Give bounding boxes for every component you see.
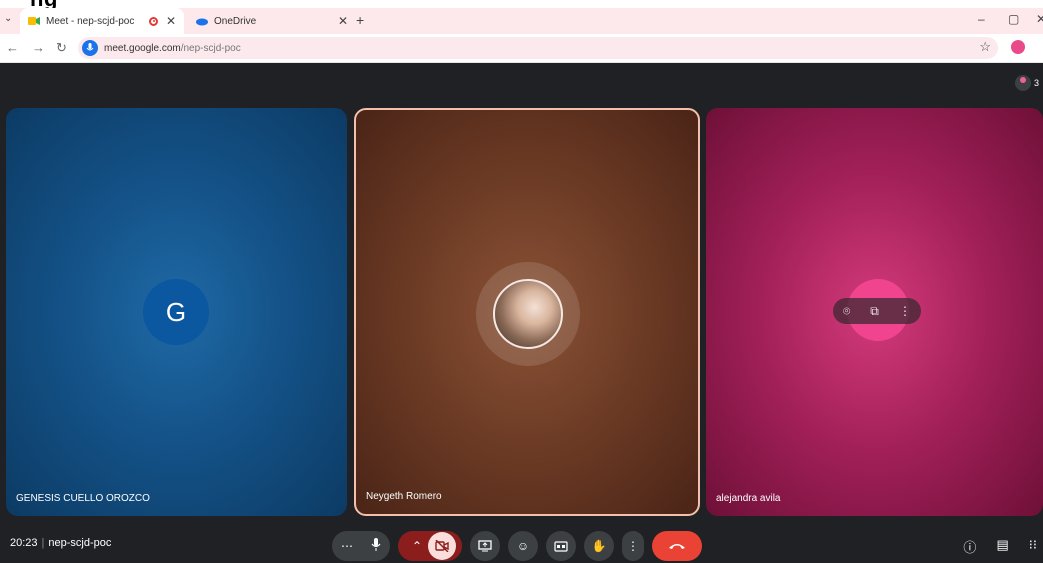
participants-chip[interactable]: 3 [1014, 75, 1039, 91]
participant-name: GENESIS CUELLO OROZCO [16, 493, 150, 504]
browser-tab-bar: ⌄ Meet - nep-scjd-poc ✕ OneDrive ✕ + – ▢… [0, 8, 1043, 34]
top-strip: ng [0, 0, 1043, 11]
frame-person-icon[interactable]: ⌾ [843, 304, 850, 319]
mic-icon[interactable] [371, 538, 381, 554]
clock-time: 20:23 [10, 537, 38, 549]
tile-hover-toolbar: ⌾ ⧉ ⋮ [833, 298, 921, 324]
camera-control: ⌃ [398, 531, 462, 561]
meet-stage: 3 G GENESIS CUELLO OROZCO Neygeth Romero… [0, 63, 1043, 563]
url-text: meet.google.com/nep-scjd-poc [104, 42, 241, 54]
more-options-icon[interactable]: ⋮ [899, 304, 911, 318]
address-bar-row: ← → ↻ meet.google.com/nep-scjd-poc ☆ [0, 34, 1043, 63]
minimize-icon[interactable]: – [978, 12, 985, 26]
forward-icon[interactable]: → [32, 40, 45, 55]
participant-name: Neygeth Romero [366, 491, 442, 502]
pin-icon[interactable]: ⧉ [870, 304, 879, 319]
tab-onedrive[interactable]: OneDrive ✕ [188, 8, 358, 34]
close-window-icon[interactable]: ✕ [1036, 12, 1043, 26]
bookmark-star-icon[interactable]: ☆ [979, 39, 991, 55]
recording-icon [149, 16, 158, 26]
meeting-code: nep-scjd-poc [48, 537, 112, 549]
participant-tile[interactable]: ⌾ ⧉ ⋮ alejandra avila [706, 108, 1043, 516]
close-tab-icon[interactable]: ✕ [166, 14, 176, 28]
participant-photo-avatar [493, 279, 563, 349]
meeting-details-icon[interactable]: ⓘ [963, 537, 976, 556]
participant-name: alejandra avila [716, 493, 781, 504]
close-tab-icon[interactable]: ✕ [338, 14, 348, 28]
omnibox[interactable]: meet.google.com/nep-scjd-poc [78, 37, 998, 59]
more-options-icon[interactable]: ⋮ [622, 531, 644, 561]
new-tab-button[interactable]: + [356, 12, 364, 28]
tab-search-chevron-icon[interactable]: ⌄ [4, 13, 12, 24]
profile-avatar[interactable] [1011, 40, 1025, 54]
meet-favicon-icon [28, 15, 40, 27]
reload-icon[interactable]: ↻ [56, 40, 67, 56]
leave-call-icon[interactable] [652, 531, 702, 561]
side-panel-icons: ⓘ ▤ ⁝⁝ [963, 537, 1037, 556]
restore-icon[interactable]: ▢ [1008, 12, 1019, 26]
back-icon[interactable]: ← [6, 40, 19, 55]
camera-options-chevron-icon[interactable]: ⌃ [412, 539, 422, 553]
present-screen-icon[interactable] [470, 531, 500, 561]
emoji-reaction-icon[interactable]: ☺ [508, 531, 538, 561]
tab-meet[interactable]: Meet - nep-scjd-poc ✕ [20, 8, 184, 34]
participant-tile[interactable]: G GENESIS CUELLO OROZCO [6, 108, 347, 516]
control-buttons: ⋯ ⌃ ☺ ✋ ⋮ [332, 529, 702, 563]
separator: | [41, 537, 45, 549]
audio-options-icon[interactable]: ⋯ [341, 539, 353, 553]
captions-icon[interactable] [546, 531, 576, 561]
call-controls-bar: 20:23 | nep-scjd-poc ⋯ ⌃ ☺ ✋ ⋮ ⓘ ▤ ⁝⁝ [0, 529, 1043, 563]
raise-hand-icon[interactable]: ✋ [584, 531, 614, 561]
mic-site-icon[interactable] [82, 40, 98, 56]
tab-title: OneDrive [214, 15, 257, 27]
camera-off-icon[interactable] [428, 532, 457, 560]
meeting-info: 20:23 | nep-scjd-poc [10, 537, 111, 549]
people-icon [1014, 75, 1031, 91]
mic-control: ⋯ [332, 531, 390, 561]
tab-title: Meet - nep-scjd-poc [46, 15, 135, 27]
chat-icon[interactable]: ▤ [996, 537, 1008, 556]
activities-icon[interactable]: ⁝⁝ [1029, 537, 1037, 556]
participant-initial-avatar: G [143, 279, 209, 345]
participant-tile-speaking[interactable]: Neygeth Romero [354, 108, 700, 516]
participant-count: 3 [1033, 78, 1039, 88]
onedrive-favicon-icon [196, 15, 208, 27]
